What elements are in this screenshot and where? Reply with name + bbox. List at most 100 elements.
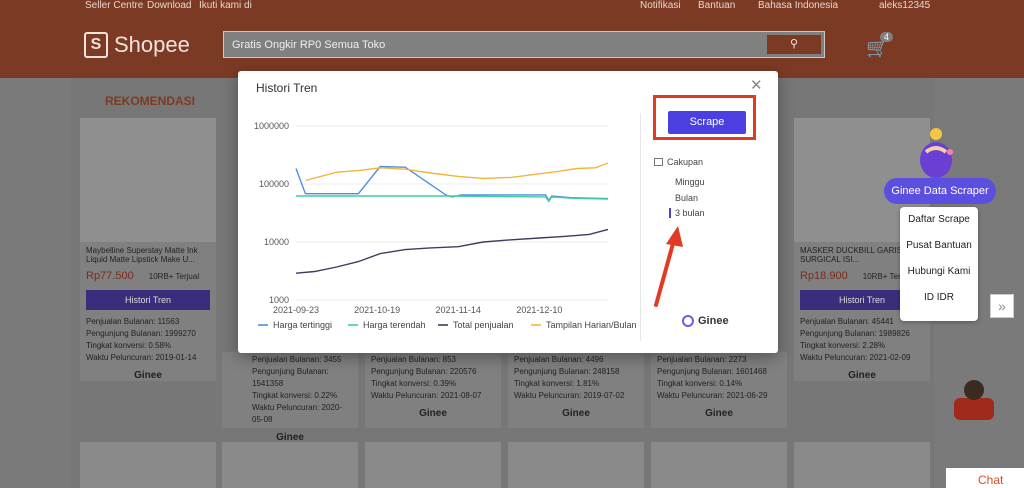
ginee-mascot-icon <box>920 128 953 178</box>
section-title: REKOMENDASI <box>105 94 196 108</box>
top-links: Seller Centre Download Ikuti kami di Not… <box>0 0 1024 14</box>
cart-button[interactable]: 🛒 4 <box>866 32 894 59</box>
monthly-visitors: Pengunjung Bulanan: 1601468 <box>657 367 767 376</box>
ginee-badge: Ginee <box>705 408 733 419</box>
product-stats: Penjualan Bulanan: 4496 Pengunjung Bulan… <box>508 352 644 404</box>
ginee-badge: Ginee <box>419 408 447 419</box>
range-month[interactable]: Bulan <box>670 193 698 203</box>
launch-date: Waktu Peluncuran: 2021-08-07 <box>371 391 482 400</box>
monthly-visitors: Pengunjung Bulanan: 248158 <box>514 367 620 376</box>
monthly-sales: Penjualan Bulanan: 3455 <box>252 355 342 364</box>
live-promo-icon[interactable] <box>952 376 996 434</box>
range-week[interactable]: Minggu <box>670 177 705 187</box>
trend-chart: 1000000 100000 10000 10002021-09-23 2021-10-… <box>254 121 637 330</box>
launch-date: Waktu Peluncuran: 2019-01-14 <box>86 353 197 362</box>
launch-date: Waktu Peluncuran: 2020-05-08 <box>252 403 342 424</box>
coverage-text: Cakupan <box>667 157 704 167</box>
ginee-logo: Ginee <box>682 315 729 327</box>
y-tick-label: 100000 <box>259 179 289 189</box>
product-price: Rp77.500 <box>86 270 134 282</box>
y-tick-label: 1000 <box>269 295 289 305</box>
monthly-sales: Penjualan Bulanan: 4496 <box>514 355 604 364</box>
product-card[interactable] <box>794 442 930 488</box>
scrape-button[interactable]: Scrape <box>668 111 746 134</box>
history-trend-button[interactable]: Histori Tren <box>86 290 210 310</box>
product-card-partial[interactable]: Penjualan Bulanan: 3455 Pengunjung Bulan… <box>222 352 358 443</box>
product-card[interactable] <box>508 442 644 488</box>
product-card[interactable] <box>651 442 787 488</box>
close-icon[interactable]: ✕ <box>750 76 763 94</box>
conversion-rate: Tingkat konversi: 0.58% <box>86 341 172 350</box>
ginee-icon <box>682 315 694 327</box>
username[interactable]: aleks12345 <box>879 0 930 11</box>
product-card[interactable] <box>222 442 358 488</box>
search-button[interactable]: ⚲ <box>767 35 821 54</box>
product-card[interactable] <box>365 442 501 488</box>
product-card-partial[interactable]: Penjualan Bulanan: 4496 Pengunjung Bulan… <box>508 352 644 428</box>
ginee-badge: Ginee <box>848 370 876 381</box>
download-link[interactable]: Download <box>147 0 191 11</box>
modal-divider <box>640 113 641 341</box>
history-trend-modal: Histori Tren ✕ 1000000 100000 10000 1000 202… <box>238 71 778 353</box>
product-stats: Penjualan Bulanan: 45441 Pengunjung Bula… <box>794 314 930 366</box>
notifications-link[interactable]: Notifikasi <box>640 0 681 11</box>
product-stats: Penjualan Bulanan: 3455 Pengunjung Bulan… <box>222 352 358 428</box>
product-card[interactable] <box>80 442 216 488</box>
x-tick-label: 2021-11-14 <box>436 305 481 315</box>
help-link[interactable]: Bantuan <box>698 0 735 11</box>
seller-centre-link[interactable]: Seller Centre <box>85 0 143 11</box>
y-tick-label: 1000000 <box>254 121 289 131</box>
shopee-logo[interactable]: S Shopee <box>84 32 190 58</box>
chevron-right-icon[interactable]: » <box>990 294 1014 318</box>
product-card-partial[interactable]: Penjualan Bulanan: 2273 Pengunjung Bulan… <box>651 352 787 428</box>
conversion-rate: Tingkat konversi: 0.14% <box>657 379 743 388</box>
product-card-partial[interactable]: Penjualan Bulanan: 853 Pengunjung Bulana… <box>365 352 501 428</box>
monthly-visitors: Pengunjung Bulanan: 1999270 <box>86 329 196 338</box>
conversion-rate: Tingkat konversi: 0.39% <box>371 379 457 388</box>
monthly-sales: Penjualan Bulanan: 11563 <box>86 317 180 326</box>
ginee-brand-text: Ginee <box>698 315 729 327</box>
menu-item-scrape-list[interactable]: Daftar Scrape <box>900 207 978 233</box>
product-stats: Penjualan Bulanan: 853 Pengunjung Bulana… <box>365 352 501 404</box>
legend-label: Tampilan Harian/Bulan <box>546 320 637 330</box>
ginee-menu: Daftar Scrape Pusat Bantuan Hubungi Kami… <box>900 207 978 321</box>
search-bar: ⚲ <box>223 31 825 58</box>
monthly-visitors: Pengunjung Bulanan: 1989826 <box>800 329 910 338</box>
search-input[interactable] <box>224 32 764 57</box>
menu-item-locale[interactable]: ID IDR <box>900 285 978 311</box>
product-stats: Penjualan Bulanan: 11563 Pengunjung Bula… <box>80 314 216 366</box>
legend-label: Harga terendah <box>363 320 426 330</box>
y-tick-label: 10000 <box>264 237 289 247</box>
product-stats: Penjualan Bulanan: 2273 Pengunjung Bulan… <box>651 352 787 404</box>
series-line <box>295 228 609 274</box>
product-card[interactable]: Maybelline Superstay Matte Ink Liquid Ma… <box>80 118 216 381</box>
ginee-badge: Ginee <box>134 370 162 381</box>
x-tick-label: 2021-09-23 <box>273 305 319 315</box>
conversion-rate: Tingkat konversi: 1.81% <box>514 379 600 388</box>
ginee-badge: Ginee <box>562 408 590 419</box>
menu-item-help-center[interactable]: Pusat Bantuan <box>900 233 978 259</box>
monthly-visitors: Pengunjung Bulanan: 220576 <box>371 367 477 376</box>
calendar-icon <box>654 158 663 166</box>
search-icon: ⚲ <box>789 38 799 50</box>
ginee-badge: Ginee <box>276 432 304 443</box>
chat-button[interactable]: Chat <box>946 468 1024 488</box>
conversion-rate: Tingkat konversi: 0.22% <box>252 391 338 400</box>
menu-item-contact[interactable]: Hubungi Kami <box>900 259 978 285</box>
product-price: Rp18.900 <box>800 270 848 282</box>
legend-label: Total penjualan <box>453 320 514 330</box>
range-3-months[interactable]: 3 bulan <box>669 208 705 218</box>
ginee-data-scraper-button[interactable]: Ginee Data Scraper <box>884 178 996 204</box>
language-selector[interactable]: Bahasa Indonesia <box>758 0 838 11</box>
series-line <box>305 162 609 182</box>
conversion-rate: Tingkat konversi: 2.28% <box>800 341 886 350</box>
shopee-bag-icon: S <box>84 32 108 58</box>
x-tick-label: 2021-12-10 <box>516 305 562 315</box>
monthly-sales: Penjualan Bulanan: 2273 <box>657 355 747 364</box>
monthly-sales: Penjualan Bulanan: 853 <box>371 355 456 364</box>
x-tick-label: 2021-10-19 <box>354 305 400 315</box>
follow-label: Ikuti kami di <box>199 0 252 11</box>
monthly-visitors: Pengunjung Bulanan: 1541358 <box>252 367 329 388</box>
cart-count-badge: 4 <box>880 32 894 42</box>
product-image <box>80 118 216 242</box>
